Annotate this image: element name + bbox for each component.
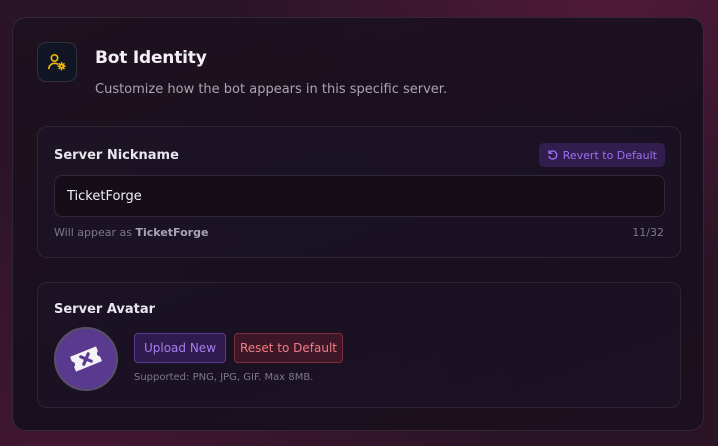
server-nickname-section: Server Nickname Revert to Default Will a…: [37, 126, 681, 258]
nickname-preview-name: TicketForge: [135, 226, 209, 239]
supported-formats-text: Supported: PNG, JPG, GIF. Max 8MB.: [134, 372, 314, 383]
revert-to-default-button[interactable]: Revert to Default: [538, 143, 665, 167]
nickname-preview-prefix: Will appear as: [54, 226, 136, 239]
page-title: Bot Identity: [95, 48, 207, 68]
server-nickname-label: Server Nickname: [54, 148, 179, 163]
avatar: [54, 327, 118, 391]
nickname-preview-hint: Will appear as TicketForge: [54, 226, 208, 239]
bot-identity-card: Bot Identity Customize how the bot appea…: [12, 17, 704, 431]
revert-to-default-label: Revert to Default: [562, 148, 657, 162]
page-subtitle: Customize how the bot appears in this sp…: [95, 82, 448, 97]
server-avatar-section: Server Avatar Upload New Reset to Defaul…: [37, 282, 681, 408]
upload-new-button[interactable]: Upload New: [134, 333, 226, 363]
ticket-icon: [65, 338, 107, 380]
nickname-char-counter: 11/32: [632, 226, 664, 239]
server-avatar-label: Server Avatar: [54, 302, 156, 317]
rotate-ccw-icon: [547, 149, 559, 161]
reset-to-default-button[interactable]: Reset to Default: [234, 333, 343, 363]
user-gear-icon: [37, 42, 77, 82]
server-nickname-input[interactable]: [54, 175, 665, 217]
